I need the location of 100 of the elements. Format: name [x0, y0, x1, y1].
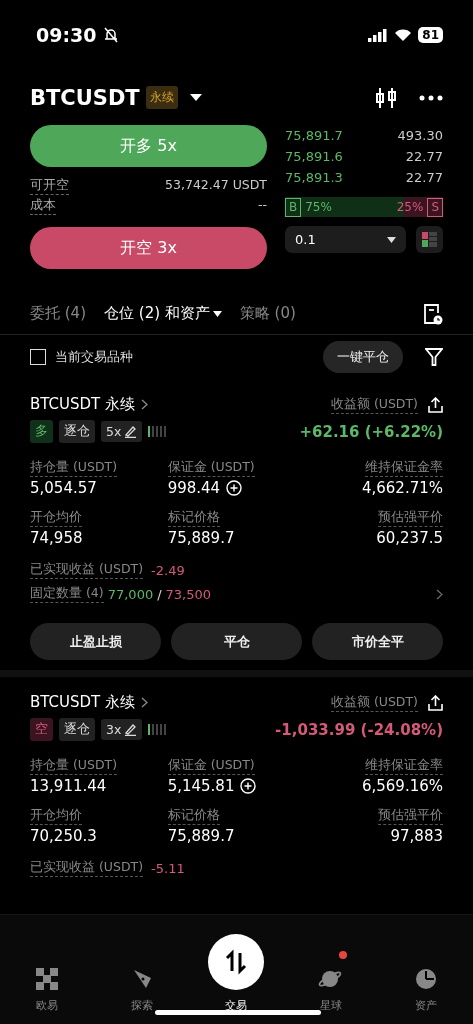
nav-item[interactable]: 资产 [378, 951, 473, 1013]
wifi-icon [394, 28, 413, 42]
pnl-label: 收益额 (USDT) [330, 395, 418, 414]
bid-price: 75,891.6 [285, 149, 343, 164]
bid-size: 493.30 [397, 128, 443, 143]
close-all-button[interactable]: 一键平仓 [323, 341, 403, 373]
battery-icon: 81 [418, 27, 443, 43]
stat-label: 开仓均价 [30, 509, 82, 527]
info-value: -- [257, 196, 267, 214]
stat-label: 维持保证金率 [365, 757, 443, 775]
risk-bars-icon [148, 724, 169, 735]
leverage-tag[interactable]: 5x [101, 421, 143, 442]
stat-value: 6,569.16% [361, 777, 443, 795]
signal-icon [368, 28, 389, 42]
position-action-button[interactable]: 市价全平 [312, 623, 443, 660]
buy-percent: 75% [304, 200, 333, 214]
bid-size: 22.77 [405, 170, 443, 185]
checkbox[interactable] [30, 349, 46, 365]
stat-label: 标记价格 [167, 509, 220, 527]
side-tag: 多 [30, 420, 53, 443]
bell-muted-icon [104, 27, 119, 43]
stat-label: 标记价格 [167, 807, 220, 825]
pnl-value: -1,033.99 (-24.08%) [275, 720, 443, 739]
chevron-right-icon[interactable] [436, 588, 443, 600]
stat-label: 预估强平价 [378, 509, 443, 527]
grid-icon [36, 968, 59, 990]
realized-pnl-label: 已实现收益 (USDT) [30, 561, 144, 579]
contract-tag: 永续 [145, 86, 178, 109]
stat-value: 75,889.7 [167, 529, 235, 547]
symbol-title[interactable]: BTCUSDT [30, 85, 140, 110]
sell-percent: 25% [395, 200, 425, 214]
stat-value: 13,911.44 [30, 777, 107, 795]
tab[interactable]: 委托 (4) [30, 304, 86, 323]
pnl-label: 收益额 (USDT) [330, 693, 418, 712]
more-icon[interactable] [419, 94, 443, 101]
checkbox-label: 当前交易品种 [55, 348, 133, 366]
stat-label: 保证金 (USDT) [167, 757, 255, 775]
stat-value: 70,250.3 [30, 827, 97, 845]
info-value: 53,742.47 USDT [165, 176, 267, 194]
margin-mode-tag[interactable]: 逐仓 [59, 718, 95, 741]
chevron-right-icon [141, 697, 149, 708]
stat-label: 持仓量 (USDT) [30, 757, 118, 775]
candlestick-icon[interactable] [375, 86, 397, 109]
tab[interactable]: 仓位 (2) 和资产 [104, 304, 222, 323]
position-action-button[interactable]: 止盈止损 [30, 623, 161, 660]
stat-value: 4,662.71% [361, 479, 443, 497]
stat-value: 97,883 [390, 827, 443, 845]
share-icon [428, 396, 443, 413]
caret-down-icon [387, 236, 396, 243]
position-action-button[interactable]: 平仓 [171, 623, 302, 660]
realized-pnl-value: -5.11 [151, 860, 185, 876]
nav-item[interactable]: 探索 [94, 951, 190, 1013]
nav-item[interactable]: 欧易 [0, 951, 95, 1013]
stat-label: 维持保证金率 [365, 459, 443, 477]
stat-value: 74,958 [30, 529, 83, 547]
leverage-tag[interactable]: 3x [101, 719, 143, 740]
stat-value: 5,145.81 [167, 777, 235, 795]
status-time: 09:30 [36, 24, 97, 46]
risk-bars-icon [148, 426, 169, 437]
stat-value: 5,054.57 [30, 479, 97, 497]
fixed-quantity-label: 固定数量 (4) [30, 585, 104, 603]
caret-down-icon [212, 310, 222, 317]
caret-down-icon[interactable] [189, 93, 202, 102]
pnl-value: +62.16 (+6.22%) [299, 422, 443, 441]
layout-icon[interactable] [416, 226, 443, 253]
take-profit-value: 77,000 [107, 586, 154, 602]
pencil-icon [124, 425, 138, 438]
realized-pnl-value: -2.49 [151, 562, 185, 578]
tab[interactable]: 策略 (0) [239, 304, 296, 323]
separator-text: / [157, 586, 162, 602]
add-icon[interactable] [226, 480, 243, 496]
open-short-button[interactable]: 开空 3x [30, 227, 267, 269]
bid-price: 75,891.3 [285, 170, 343, 185]
stat-label: 保证金 (USDT) [167, 459, 255, 477]
step-select[interactable]: 0.1 [285, 226, 406, 253]
bid-size: 22.77 [405, 149, 443, 164]
share-icon [428, 694, 443, 711]
filter-icon[interactable] [425, 348, 443, 366]
history-icon[interactable] [423, 302, 443, 325]
pie-chart-icon [414, 968, 437, 990]
chevron-right-icon [141, 399, 149, 410]
stop-loss-value: 73,500 [165, 586, 212, 602]
stat-value: 998.44 [167, 479, 221, 497]
info-label: 成本 [30, 195, 56, 215]
stat-label: 持仓量 (USDT) [30, 459, 118, 477]
stat-label: 预估强平价 [378, 807, 443, 825]
buy-label: B [285, 197, 302, 217]
add-icon[interactable] [240, 778, 257, 794]
position-title[interactable]: BTCUSDT 永续 [30, 395, 136, 414]
margin-mode-tag[interactable]: 逐仓 [59, 420, 95, 443]
bid-price: 75,891.7 [285, 128, 343, 143]
realized-pnl-label: 已实现收益 (USDT) [30, 859, 144, 877]
stat-value: 60,237.5 [376, 529, 443, 547]
sell-label: S [427, 197, 443, 217]
position-title[interactable]: BTCUSDT 永续 [30, 693, 136, 712]
notification-dot [339, 951, 348, 959]
info-label: 可开空 [30, 175, 69, 195]
pencil-icon [124, 723, 138, 736]
stat-label: 开仓均价 [30, 807, 82, 825]
stat-value: 75,889.7 [167, 827, 235, 845]
